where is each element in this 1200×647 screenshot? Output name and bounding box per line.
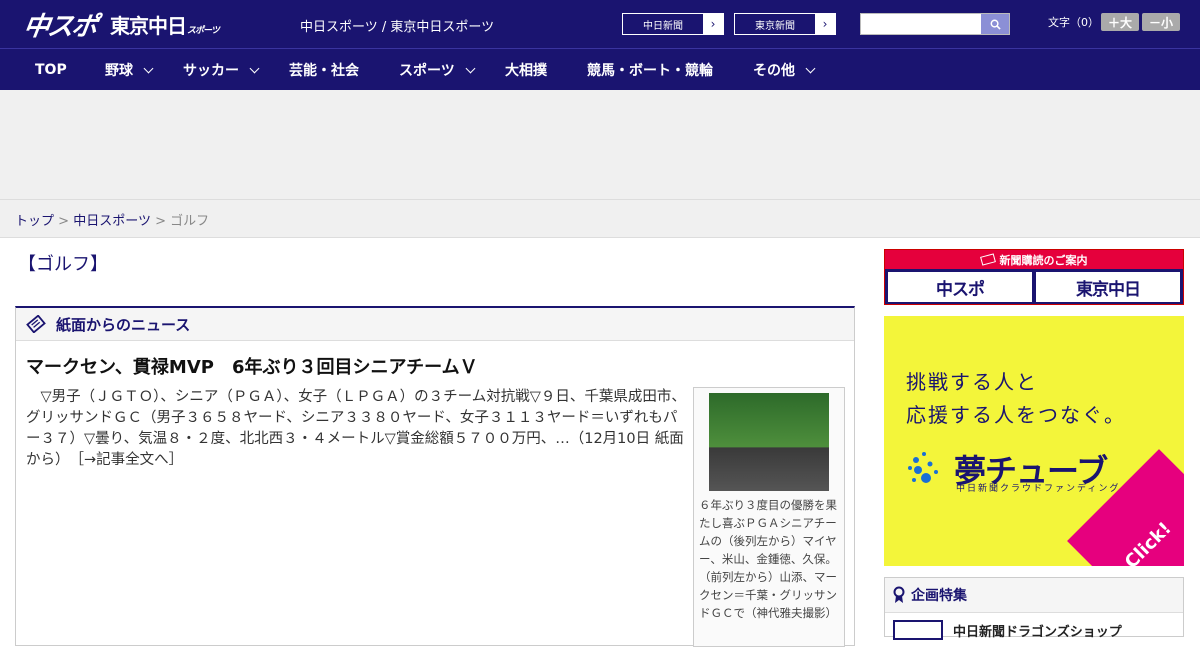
nav-item-entertainment[interactable]: 芸能・社会	[289, 49, 359, 91]
feature-box: 企画特集 中日新聞ドラゴンズショップ	[884, 577, 1184, 640]
ticket-icon	[979, 253, 996, 266]
yume-tube-ad[interactable]: 挑戦する人と 応援する人をつなぐ。 夢チューブ 中日新聞クラウドファンディング …	[884, 316, 1184, 566]
news-box: 紙面からのニュース マークセン、貫禄MVP 6年ぶり３回目シニアチームＶ ▽男子…	[15, 306, 855, 647]
article-photo-image[interactable]	[709, 393, 829, 491]
site-tagline: 中日スポーツ / 東京中日スポーツ	[300, 20, 495, 35]
breadcrumb: トップ > 中日スポーツ > ゴルフ	[0, 200, 1200, 238]
nav-label: その他	[753, 63, 795, 79]
subscription-banner[interactable]: 新聞購読のご案内 中スポ 東京中日	[884, 249, 1184, 305]
nav-item-baseball[interactable]: 野球	[105, 49, 154, 91]
feature-item-label: 中日新聞ドラゴンズショップ	[953, 624, 1122, 640]
article-headline[interactable]: マークセン、貫禄MVP 6年ぶり３回目シニアチームＶ	[26, 353, 478, 379]
nav-item-sumo[interactable]: 大相撲	[505, 49, 547, 91]
tokyo-shimbun-link[interactable]: 東京新聞 ›	[734, 13, 836, 35]
read-more-link[interactable]: ［→記事全文へ］	[77, 452, 183, 468]
breadcrumb-separator: >	[155, 214, 166, 229]
article-photo-caption: ６年ぶり３度目の優勝を果たし喜ぶＰＧＡシニアチームの（後列左から）マイヤー、米山…	[699, 498, 837, 620]
nav-item-top[interactable]: TOP	[35, 49, 67, 91]
logo-tokyo-chunichi[interactable]: 東京中日スポーツ	[110, 10, 220, 39]
subscription-bar: 新聞購読のご案内	[885, 250, 1183, 269]
nav-item-sports[interactable]: スポーツ	[399, 49, 476, 91]
chevron-right-icon: ›	[703, 14, 723, 34]
breadcrumb-current: ゴルフ	[170, 214, 210, 229]
article-lede: ▽男子（ＪＧＴＯ）、シニア（ＰＧＡ）、女子（ＬＰＧＡ）の３チーム対抗戦▽９日、千…	[26, 387, 686, 471]
nav-label: サッカー	[183, 63, 239, 79]
site-header: 中スポ 東京中日スポーツ 中日スポーツ / 東京中日スポーツ 中日新聞 › 東京…	[0, 0, 1200, 48]
search-button[interactable]	[981, 14, 1009, 34]
nav-label: スポーツ	[399, 63, 455, 79]
subscribe-tokyo-chunichi-logo[interactable]: 東京中日	[1036, 272, 1180, 302]
feature-item-thumbnail	[893, 620, 943, 640]
yume-tube-copy: 挑戦する人と 応援する人をつなぐ。	[906, 366, 1126, 432]
yume-tube-brand-sub: 中日新聞クラウドファンディング	[956, 484, 1121, 494]
subscribe-chuspo-logo[interactable]: 中スポ	[888, 272, 1032, 302]
chevron-down-icon	[143, 63, 154, 73]
search-icon	[990, 19, 1001, 30]
font-smaller-button[interactable]: －小	[1142, 13, 1180, 31]
dots-logo-icon	[908, 452, 938, 483]
chevron-down-icon	[249, 63, 260, 73]
feature-box-label: 企画特集	[911, 588, 967, 604]
site-logo[interactable]: 中スポ 東京中日スポーツ	[21, 6, 220, 43]
nav-label: TOP	[35, 62, 67, 78]
nav-label: 芸能・社会	[289, 63, 359, 79]
breadcrumb-separator: >	[58, 214, 70, 229]
nav-item-other[interactable]: その他	[753, 49, 816, 91]
logo-chuspo[interactable]: 中スポ	[21, 6, 98, 43]
subscription-bar-label: 新聞購読のご案内	[999, 253, 1088, 267]
chevron-right-icon: ›	[815, 14, 835, 34]
yume-tube-copy-line: 挑戦する人と	[906, 370, 1038, 394]
news-box-label: 紙面からのニュース	[56, 315, 191, 334]
feature-item[interactable]: 中日新聞ドラゴンズショップ	[893, 620, 1122, 640]
yume-tube-copy-line: 応援する人をつなぐ。	[906, 403, 1126, 427]
ribbon-icon	[893, 586, 905, 603]
font-larger-button[interactable]: ＋大	[1101, 13, 1139, 31]
nav-label: 野球	[105, 63, 133, 79]
chunichi-shimbun-label: 中日新聞	[643, 20, 683, 32]
article-photo: ６年ぶり３度目の優勝を果たし喜ぶＰＧＡシニアチームの（後列左から）マイヤー、米山…	[693, 387, 845, 647]
breadcrumb-top[interactable]: トップ	[15, 214, 54, 229]
nav-item-soccer[interactable]: サッカー	[183, 49, 260, 91]
ad-banner-area	[0, 90, 1200, 200]
page-title: 【ゴルフ】	[18, 254, 108, 275]
font-size-label: 文字（0）	[1048, 16, 1099, 29]
feature-box-header: 企画特集	[885, 578, 1183, 613]
logo-tokyo-small: スポーツ	[187, 25, 220, 36]
newspaper-icon	[26, 315, 46, 333]
search-input[interactable]	[861, 15, 979, 35]
nav-item-racing[interactable]: 競馬・ボート・競輪	[587, 49, 713, 91]
search-box	[860, 13, 1010, 35]
chevron-down-icon	[805, 63, 816, 73]
subscription-logos: 中スポ 東京中日	[888, 272, 1180, 302]
chevron-down-icon	[465, 63, 476, 73]
breadcrumb-chunichi-sports[interactable]: 中日スポーツ	[73, 214, 151, 229]
logo-tokyo-text: 東京中日	[110, 13, 187, 38]
main-nav: TOP 野球 サッカー 芸能・社会 スポーツ 大相撲 競馬・ボート・競輪 その他	[0, 48, 1200, 90]
tokyo-shimbun-label: 東京新聞	[755, 20, 795, 32]
nav-label: 大相撲	[505, 63, 547, 79]
chunichi-shimbun-link[interactable]: 中日新聞 ›	[622, 13, 724, 35]
nav-label: 競馬・ボート・競輪	[587, 63, 713, 79]
news-box-header: 紙面からのニュース	[16, 308, 854, 341]
